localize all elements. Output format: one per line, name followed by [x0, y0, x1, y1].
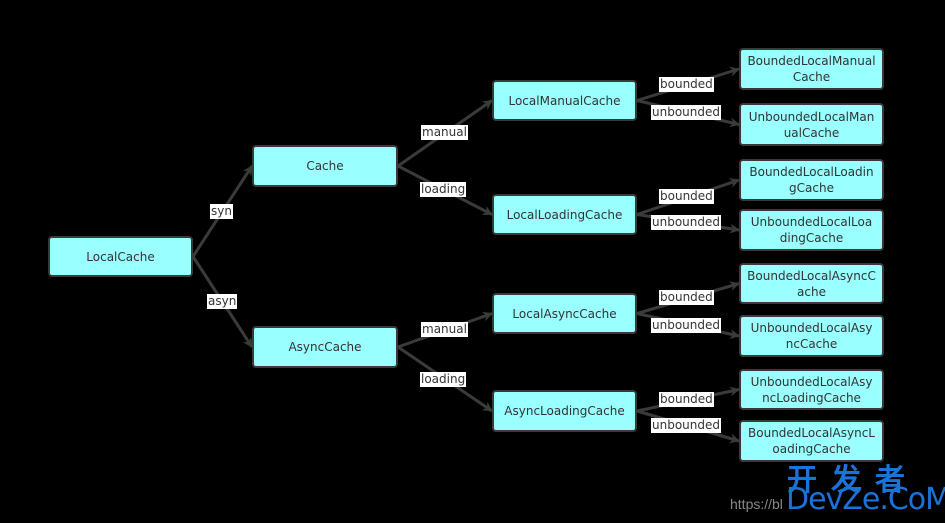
watermark-brand: DevZe.CoM [786, 482, 945, 517]
node-async-loading-cache[interactable]: AsyncLoadingCache [492, 390, 637, 432]
node-async-cache[interactable]: AsyncCache [252, 326, 398, 368]
node-label: BoundedLocalAsyncCache [747, 268, 876, 299]
node-bounded-local-async-cache[interactable]: BoundedLocalAsyncCache [739, 263, 884, 304]
edge-label-unbounded: unbounded [651, 418, 721, 433]
edge-label-unbounded: unbounded [651, 318, 721, 333]
node-label: LocalLoadingCache [506, 207, 623, 222]
watermark-url: https://bl [730, 496, 783, 512]
edge-label-bounded: bounded [659, 392, 714, 407]
edge-label-loading: loading [420, 372, 467, 387]
node-local-cache[interactable]: LocalCache [48, 236, 193, 277]
node-label: Cache [306, 159, 344, 173]
edge-label-bounded: bounded [659, 290, 714, 305]
edge-label-bounded: bounded [659, 189, 714, 204]
node-label: UnboundedLocalManualCache [748, 109, 875, 140]
node-unbounded-local-manual-cache[interactable]: UnboundedLocalManualCache [739, 103, 884, 146]
node-label: BoundedLocalAsyncLoadingCache [748, 426, 875, 456]
edge-label-manual: manual [421, 322, 468, 337]
node-unbounded-local-async-cache[interactable]: UnboundedLocalAsyncCache [739, 315, 884, 357]
node-local-loading-cache[interactable]: LocalLoadingCache [492, 194, 637, 235]
node-bounded-local-manual-cache[interactable]: BoundedLocalManualCache [739, 48, 884, 90]
node-label: BoundedLocalManualCache [747, 54, 876, 84]
node-local-async-cache[interactable]: LocalAsyncCache [492, 293, 637, 334]
edge-label-asyn: asyn [207, 294, 238, 309]
node-label: AsyncCache [288, 340, 362, 354]
node-unbounded-local-loading-cache[interactable]: UnboundedLocalLoadingCache [739, 209, 884, 251]
edge-label-unbounded: unbounded [651, 105, 721, 120]
edge-label-bounded: bounded [659, 77, 714, 92]
edge-label-loading: loading [420, 182, 467, 197]
node-cache[interactable]: Cache [252, 145, 398, 187]
node-label: LocalManualCache [508, 93, 621, 108]
node-label: UnboundedLocalLoadingCache [750, 215, 873, 245]
node-label: UnboundedLocalAsyncLoadingCache [750, 374, 873, 405]
node-label: LocalAsyncCache [512, 306, 617, 321]
edge-label-syn: syn [210, 204, 233, 219]
node-label: LocalCache [86, 249, 155, 264]
node-label: BoundedLocalLoadingCache [749, 165, 874, 195]
node-label: UnboundedLocalAsyncCache [750, 321, 873, 351]
node-bounded-local-loading-cache[interactable]: BoundedLocalLoadingCache [739, 159, 884, 201]
node-unbounded-local-async-loading-cache[interactable]: UnboundedLocalAsyncLoadingCache [739, 369, 884, 410]
edge-label-manual: manual [421, 125, 468, 140]
node-local-manual-cache[interactable]: LocalManualCache [492, 80, 637, 121]
node-label: AsyncLoadingCache [504, 404, 625, 418]
edge-label-unbounded: unbounded [651, 215, 721, 230]
